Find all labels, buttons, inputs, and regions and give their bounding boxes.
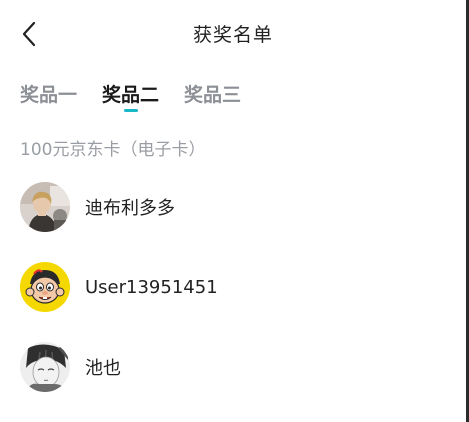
list-item: 池也: [20, 342, 450, 392]
active-tab-indicator: [123, 109, 138, 112]
winner-list: 迪布利多多 User13951451 池也: [20, 182, 450, 422]
cartoon-avatar-icon: [20, 262, 70, 312]
tab-label: 奖品三: [184, 84, 242, 106]
tab-prize-3[interactable]: 奖品三: [184, 82, 241, 112]
photo-avatar-icon: [20, 182, 70, 232]
prize-name: 100元京东卡（电子卡）: [20, 140, 206, 160]
avatar: [20, 342, 70, 392]
winner-list-screen: 获奖名单 奖品一 奖品二 奖品三 100元京东卡（电子卡） 迪布利多多 User…: [0, 0, 469, 422]
tab-prize-2[interactable]: 奖品二: [102, 82, 159, 112]
tab-label: 奖品一: [20, 84, 78, 106]
prize-tabs: 奖品一 奖品二 奖品三: [20, 82, 241, 116]
winner-name: User13951451: [85, 276, 218, 298]
avatar: [20, 262, 70, 312]
list-item: 迪布利多多: [20, 182, 450, 232]
avatar: [20, 182, 70, 232]
winner-name: 迪布利多多: [85, 198, 175, 219]
tab-label: 奖品二: [102, 84, 160, 106]
header: 获奖名单: [0, 0, 466, 68]
list-item: User13951451: [20, 262, 450, 312]
page-title: 获奖名单: [192, 24, 273, 46]
tab-prize-1[interactable]: 奖品一: [20, 82, 77, 112]
winner-name: 池也: [85, 358, 121, 379]
sketch-avatar-icon: [20, 342, 70, 392]
